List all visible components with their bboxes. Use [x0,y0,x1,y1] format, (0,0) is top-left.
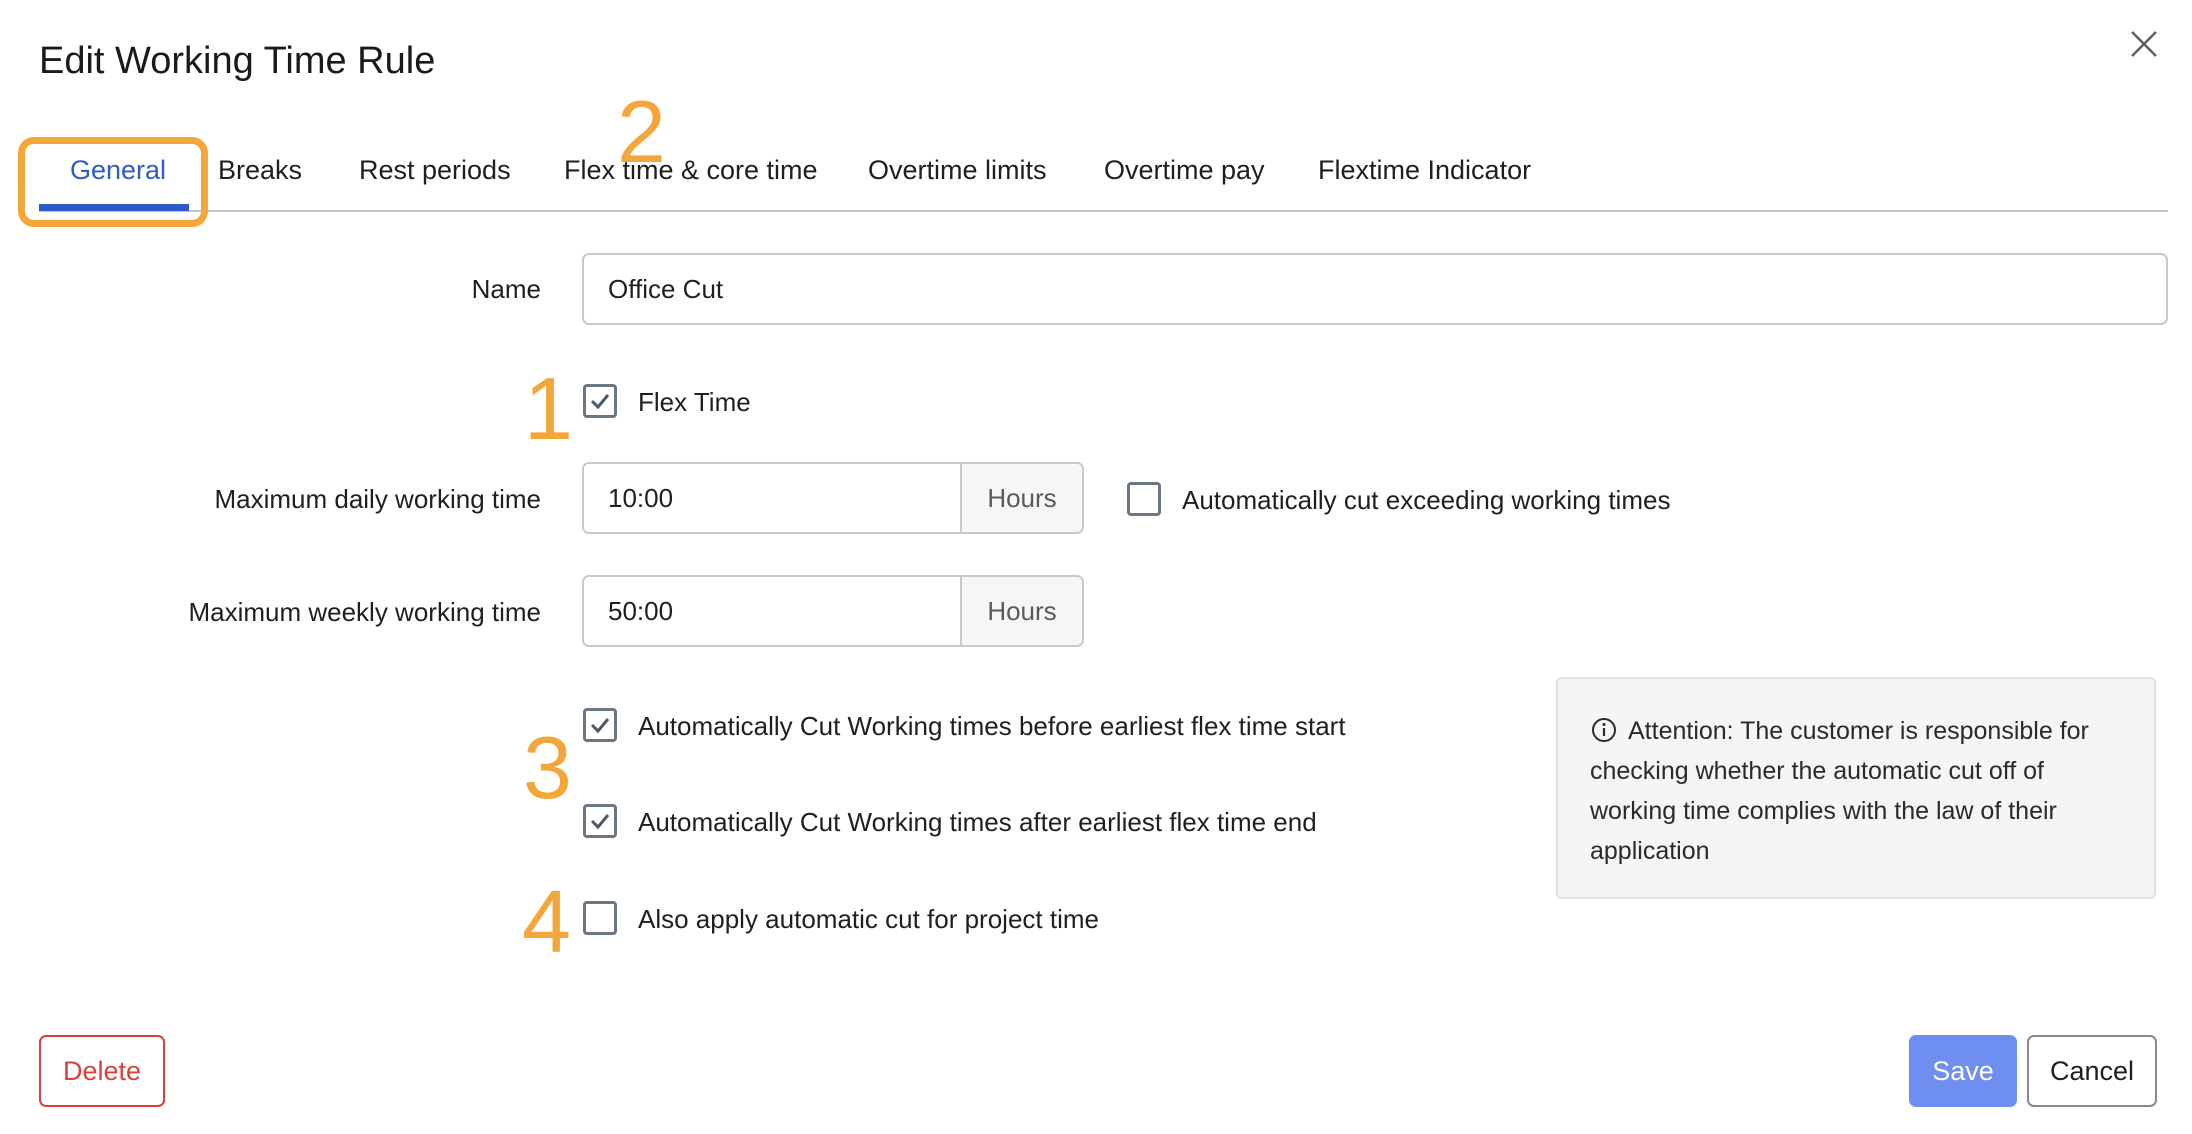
close-icon [2131,31,2157,57]
auto-cut-exceeding-label: Automatically cut exceeding working time… [1182,485,1671,515]
annotation-3: 3 [523,718,572,817]
cut-after-checkbox[interactable] [583,804,617,838]
max-weekly-label: Maximum weekly working time [188,597,541,627]
close-button[interactable] [2124,24,2164,64]
max-daily-input[interactable]: 10:00 [584,464,960,532]
max-daily-value: 10:00 [608,482,674,513]
annotation-4: 4 [522,872,571,971]
checkmark-icon [590,394,610,410]
checkmark-icon [590,718,610,734]
cut-before-label: Automatically Cut Working times before e… [638,711,1346,741]
flex-time-label: Flex Time [638,387,751,417]
tab-overtime-limits[interactable]: Overtime limits [868,155,1047,186]
name-input[interactable]: Office Cut [582,253,2168,325]
max-daily-input-group: 10:00 Hours [582,462,1084,534]
tab-rest-periods[interactable]: Rest periods [359,155,511,186]
dialog-title: Edit Working Time Rule [39,40,436,82]
project-time-label: Also apply automatic cut for project tim… [638,904,1099,934]
annotation-2: 2 [617,82,666,181]
info-icon [1592,718,1616,742]
flex-time-checkbox[interactable] [583,384,617,418]
auto-cut-exceeding-checkbox[interactable] [1127,482,1161,516]
cut-after-label: Automatically Cut Working times after ea… [638,807,1317,837]
tab-overtime-pay[interactable]: Overtime pay [1104,155,1265,186]
checkmark-icon [590,814,610,830]
max-weekly-value: 50:00 [608,595,674,626]
max-weekly-input[interactable]: 50:00 [584,577,960,645]
attention-notice-content: Attention: The customer is responsible f… [1590,711,2130,871]
max-weekly-unit: Hours [960,577,1082,645]
attention-notice-text: Attention: The customer is responsible f… [1590,717,2089,865]
cancel-button[interactable]: Cancel [2027,1035,2157,1107]
name-input-value: Office Cut [608,273,724,304]
max-weekly-input-group: 50:00 Hours [582,575,1084,647]
annotation-1: 1 [524,359,573,458]
delete-button[interactable]: Delete [39,1035,165,1107]
general-tab-highlight [18,137,208,227]
project-time-checkbox[interactable] [583,901,617,935]
name-label: Name [471,274,541,304]
max-daily-label: Maximum daily working time [214,484,541,514]
max-daily-unit: Hours [960,464,1082,532]
tab-divider [39,210,2168,212]
tab-flex-time-core-time[interactable]: Flex time & core time [564,155,818,186]
tab-breaks[interactable]: Breaks [218,155,302,186]
cut-before-checkbox[interactable] [583,708,617,742]
tab-flextime-indicator[interactable]: Flextime Indicator [1318,155,1531,186]
save-button[interactable]: Save [1909,1035,2017,1107]
